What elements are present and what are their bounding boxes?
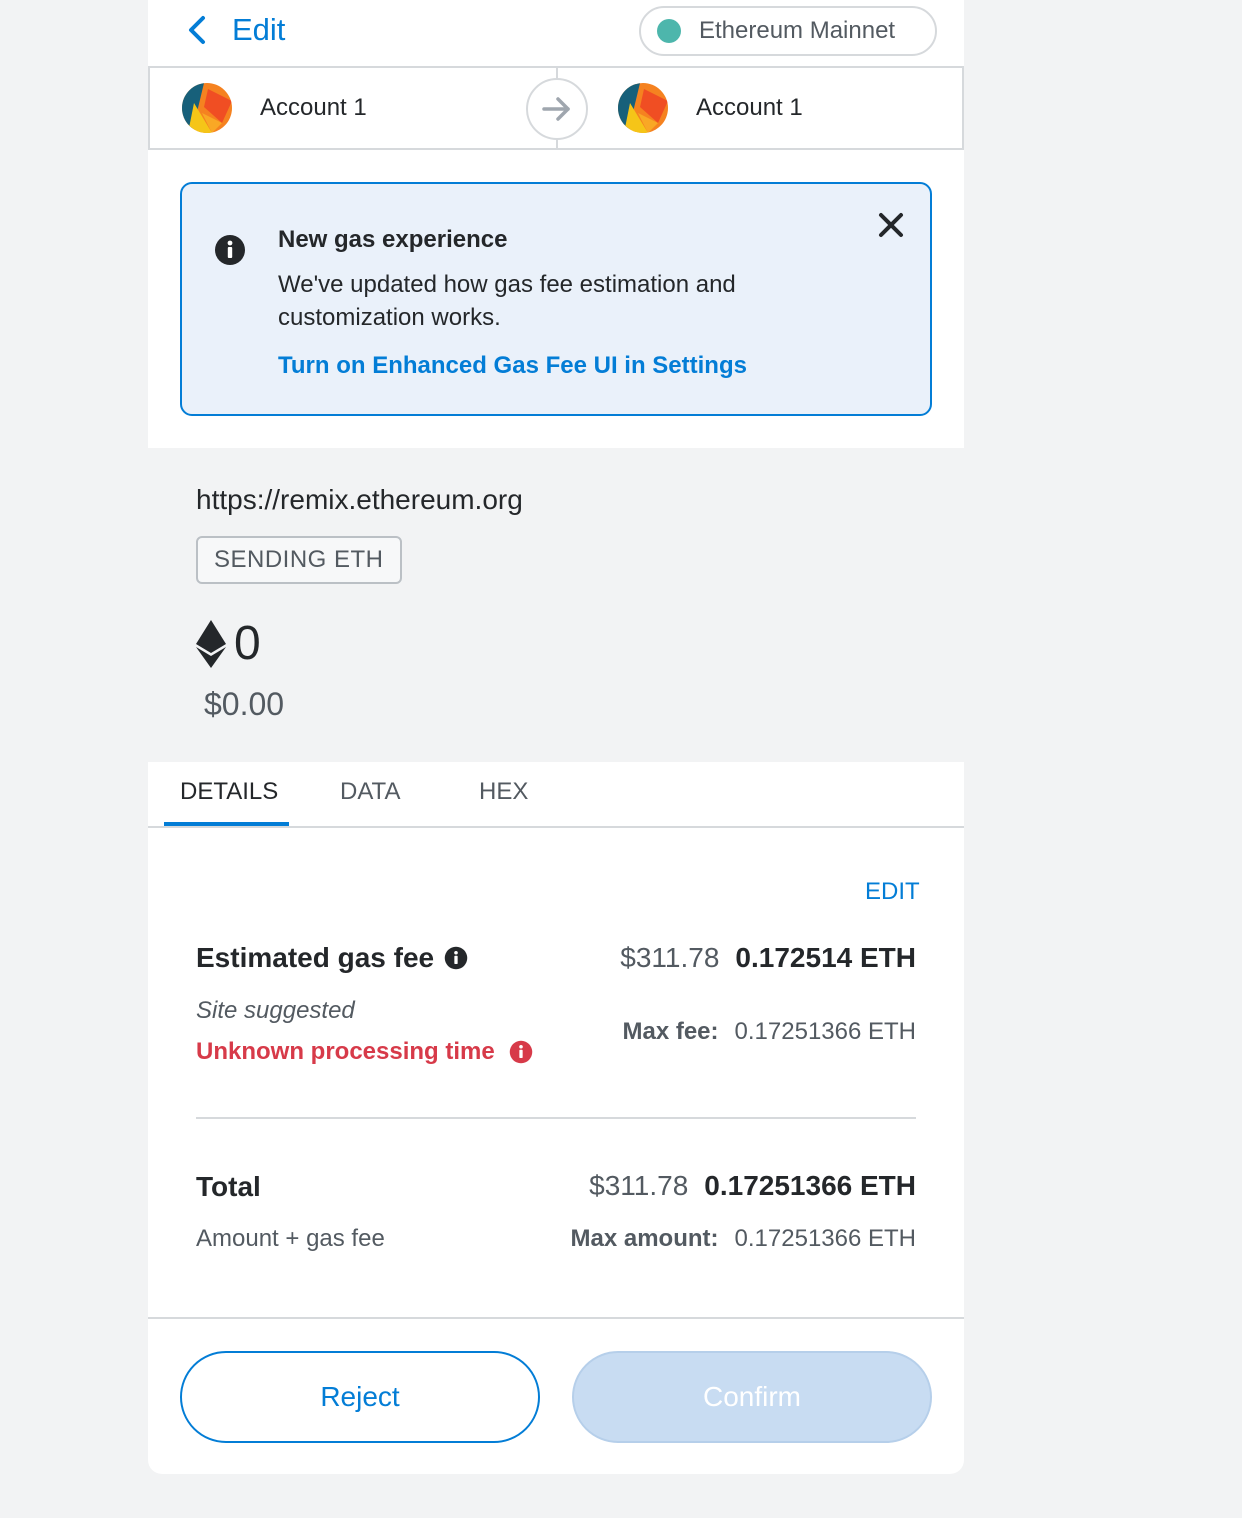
gas-fee-eth: 0.172514 ETH [735, 942, 916, 973]
banner-description: We've updated how gas fee estimation and… [278, 271, 736, 331]
edit-label: Edit [232, 12, 286, 47]
total-sub-label: Amount + gas fee [196, 1225, 385, 1252]
chevron-left-icon [189, 16, 205, 44]
eth-amount: 0 [196, 616, 261, 671]
footer-divider [148, 1317, 964, 1319]
details-divider [196, 1117, 916, 1119]
processing-time-row: Unknown processing time [196, 1038, 533, 1066]
origin-url: https://remix.ethereum.org [196, 484, 523, 515]
site-suggested-label: Site suggested [196, 997, 355, 1024]
max-fee-label: Max fee: [622, 1018, 719, 1045]
max-amount-value: 0.17251366 ETH [734, 1225, 916, 1252]
processing-time-label: Unknown processing time [196, 1038, 495, 1065]
edit-back-button[interactable]: Edit [184, 12, 285, 48]
confirm-transaction-popup: Edit Ethereum Mainnet Account 1 Account … [148, 0, 964, 1474]
eth-amount-value: 0 [234, 617, 261, 670]
sender-account-name: Account 1 [260, 94, 367, 121]
transaction-summary: https://remix.ethereum.org SENDING ETH 0… [148, 448, 964, 762]
network-name: Ethereum Mainnet [699, 17, 896, 44]
page-header: Edit Ethereum Mainnet [148, 0, 964, 66]
total-fiat: $311.78 [589, 1170, 689, 1201]
tab-hex[interactable]: HEX [479, 778, 528, 806]
ethereum-icon [196, 619, 226, 668]
banner-title: New gas experience [278, 226, 508, 253]
total-eth: 0.17251366 ETH [704, 1170, 916, 1201]
tab-data[interactable]: DATA [340, 778, 400, 806]
total-values: $311.78 0.17251366 ETH [589, 1170, 916, 1202]
network-status-dot [657, 19, 681, 43]
account-avatar-icon [182, 83, 232, 133]
active-tab-indicator [164, 822, 289, 826]
max-amount-label: Max amount: [570, 1225, 719, 1252]
total-label: Total [196, 1171, 261, 1202]
recipient-account[interactable]: Account 1 [618, 68, 803, 148]
gas-experience-banner: New gas experience We've updated how gas… [180, 182, 932, 416]
transaction-type-badge: SENDING ETH [196, 536, 402, 584]
info-icon[interactable] [444, 946, 468, 970]
sender-recipient-bar: Account 1 Account 1 [148, 66, 964, 150]
max-amount-row: Max amount: 0.17251366 ETH [571, 1225, 916, 1253]
close-icon[interactable] [876, 210, 906, 240]
transaction-tabs: DETAILS DATA HEX [148, 762, 964, 828]
tab-details[interactable]: DETAILS [180, 778, 278, 806]
edit-gas-button[interactable]: EDIT [865, 878, 920, 906]
info-icon [215, 235, 245, 265]
recipient-account-name: Account 1 [696, 94, 803, 121]
network-selector[interactable]: Ethereum Mainnet [639, 6, 937, 56]
confirm-button[interactable]: Confirm [572, 1351, 932, 1443]
error-info-icon[interactable] [509, 1040, 533, 1064]
reject-button[interactable]: Reject [180, 1351, 540, 1443]
gas-fee-fiat: $311.78 [620, 942, 720, 973]
estimated-gas-fee-label: Estimated gas fee [196, 942, 435, 973]
sender-account[interactable]: Account 1 [182, 68, 367, 148]
arrow-right-icon [526, 78, 588, 140]
fiat-amount: $0.00 [204, 686, 285, 722]
account-avatar-icon [618, 83, 668, 133]
enhanced-gas-settings-link[interactable]: Turn on Enhanced Gas Fee UI in Settings [278, 352, 747, 380]
max-fee-row: Max fee: 0.17251366 ETH [622, 1018, 916, 1046]
max-fee-value: 0.17251366 ETH [734, 1018, 916, 1045]
gas-fee-values: $311.78 0.172514 ETH [620, 942, 916, 974]
estimated-gas-fee-label-row: Estimated gas fee [196, 942, 468, 974]
